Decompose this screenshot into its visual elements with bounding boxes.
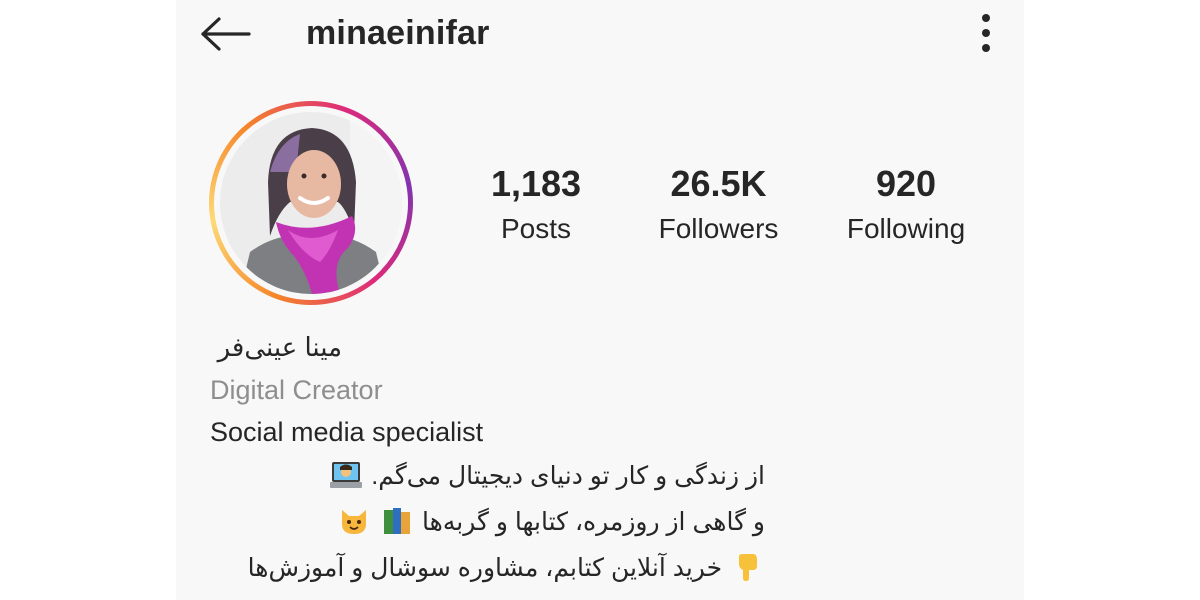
bio-line-2: از زندگی و کار تو دنیای دیجیتال می‌گم. (210, 453, 765, 499)
posts-count: 1,183 (490, 163, 582, 204)
following-stat[interactable]: 920 Following (836, 162, 976, 246)
followers-label: Followers (658, 213, 779, 244)
profile-full-name: مینا عینی‌فر (217, 332, 342, 362)
more-options-button[interactable] (970, 10, 1002, 56)
posts-label: Posts (500, 213, 572, 244)
story-ring[interactable] (209, 101, 413, 305)
technologist-emoji (330, 462, 363, 488)
bio-line-2-text: از زندگی و کار تو دنیای دیجیتال می‌گم. (371, 462, 765, 490)
profile-category: Digital Creator (210, 375, 383, 405)
followers-count: 26.5K (670, 163, 767, 204)
bio-line-1: Social media specialist (210, 417, 484, 447)
posts-stat[interactable]: 1,183 Posts (476, 162, 596, 246)
profile-bio: مینا عینی‌فر Digital Creator Social medi… (210, 325, 770, 591)
books-emoji (384, 508, 411, 534)
arrow-left-icon (201, 17, 251, 51)
following-label: Following (846, 213, 966, 244)
bio-line-4-text: خرید آنلاین کتابم، مشاوره سوشال و آموزش‌… (247, 554, 723, 582)
profile-avatar[interactable] (220, 112, 402, 294)
profile-username: minaeinifar (306, 14, 490, 52)
profile-screen: minaeinifar 1,183 Posts 26.5K Followers … (176, 0, 1024, 600)
following-count: 920 (875, 163, 937, 204)
bio-line-3-text: و گاهی از روزمره، کتابها و گربه‌ها (422, 508, 765, 536)
followers-stat[interactable]: 26.5K Followers (646, 162, 791, 246)
back-button[interactable] (198, 12, 252, 56)
cat-emoji (342, 510, 367, 534)
bio-line-3: و گاهی از روزمره، کتابها و گربه‌ها (210, 499, 765, 545)
bio-line-4: خرید آنلاین کتابم، مشاوره سوشال و آموزش‌… (210, 545, 765, 591)
pointing-down-emoji (739, 554, 757, 581)
vertical-dots-icon (982, 14, 990, 52)
